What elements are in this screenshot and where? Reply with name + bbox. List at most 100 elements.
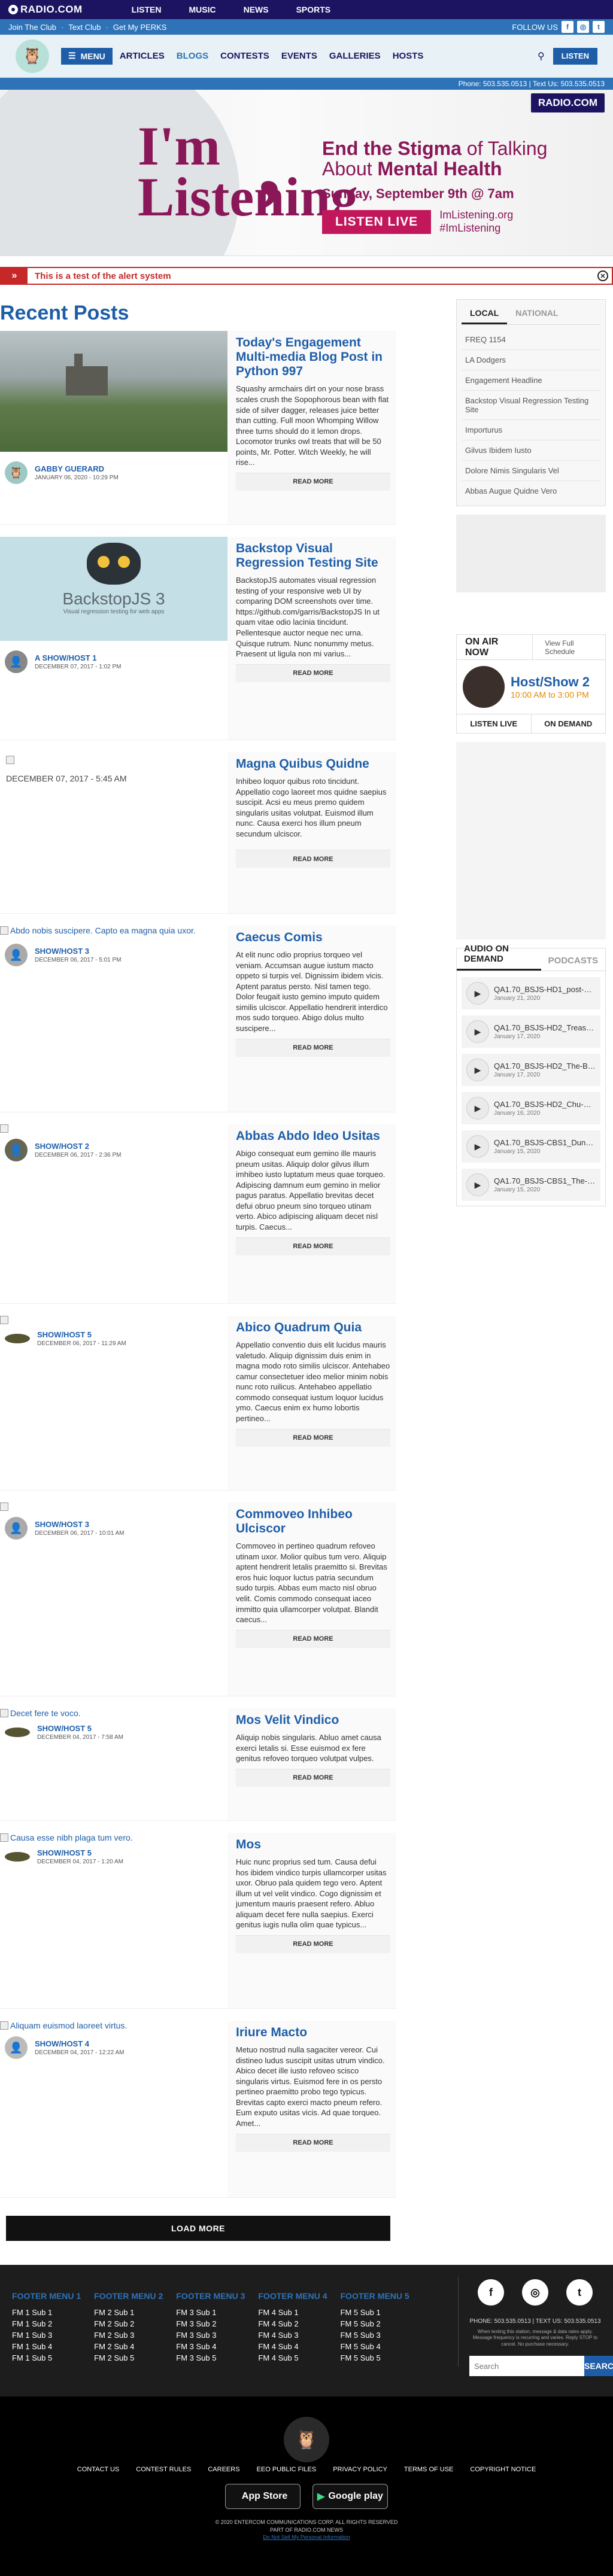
avatar[interactable]: 👤 bbox=[5, 1139, 28, 1161]
trending-item[interactable]: Engagement Headline bbox=[462, 370, 600, 391]
footer-link[interactable]: FM 2 Sub 1 bbox=[94, 2308, 163, 2317]
post-author[interactable]: A SHOW/HOST 1 bbox=[35, 653, 122, 662]
listen-live-link[interactable]: LISTEN LIVE bbox=[457, 714, 532, 733]
trending-item[interactable]: Gilvus Ibidem Iusto bbox=[462, 440, 600, 461]
read-more-button[interactable]: READ MORE bbox=[236, 1768, 390, 1787]
broken-image[interactable]: Abdo nobis suscipere. Capto ea magna qui… bbox=[0, 926, 227, 935]
contest-rules-link[interactable]: CONTEST RULES bbox=[136, 2466, 191, 2473]
post-image-backstop[interactable]: BackstopJS 3 Visual regression testing f… bbox=[0, 537, 227, 641]
footer-link[interactable]: FM 5 Sub 2 bbox=[341, 2319, 409, 2328]
listen-live-button[interactable]: LISTEN LIVE bbox=[322, 209, 432, 234]
nav-articles[interactable]: ARTICLES bbox=[120, 51, 165, 61]
post-title[interactable]: Abico Quadrum Quia bbox=[236, 1321, 390, 1335]
facebook-icon[interactable]: f bbox=[478, 2279, 504, 2306]
broken-image[interactable]: Decet fere te voco. bbox=[0, 1708, 227, 1718]
read-more-button[interactable]: READ MORE bbox=[236, 664, 390, 682]
footer-link[interactable]: FM 2 Sub 5 bbox=[94, 2353, 163, 2362]
tab-audio-on-demand[interactable]: AUDIO ON DEMAND bbox=[457, 944, 541, 971]
instagram-icon[interactable]: ◎ bbox=[577, 21, 589, 33]
footer-link[interactable]: FM 1 Sub 1 bbox=[12, 2308, 81, 2317]
post-title[interactable]: Commoveo Inhibeo Ulciscor bbox=[236, 1507, 390, 1536]
tab-national[interactable]: NATIONAL bbox=[507, 305, 566, 324]
footer-link[interactable]: FM 1 Sub 3 bbox=[12, 2331, 81, 2340]
post-author[interactable]: SHOW/HOST 5 bbox=[37, 1330, 126, 1339]
post-author[interactable]: GABBY GUERARD bbox=[35, 464, 119, 473]
post-title[interactable]: Mos Velit Vindico bbox=[236, 1713, 390, 1728]
perks-link[interactable]: Get My PERKS bbox=[113, 23, 167, 32]
nav-blogs[interactable]: BLOGS bbox=[177, 51, 208, 61]
avatar[interactable]: 👤 bbox=[5, 650, 28, 673]
trending-item[interactable]: FREQ 1154 bbox=[462, 330, 600, 350]
footer-menu-title[interactable]: FOOTER MENU 5 bbox=[341, 2291, 409, 2301]
nav-hosts[interactable]: HOSTS bbox=[393, 51, 424, 61]
audio-item[interactable]: ▶QA1.70_BSJS-CBS1_Dune-Class-1...January… bbox=[462, 1130, 600, 1163]
footer-link[interactable]: FM 5 Sub 3 bbox=[341, 2331, 409, 2340]
post-title[interactable]: Iriure Macto bbox=[236, 2025, 390, 2040]
play-icon[interactable]: ▶ bbox=[466, 1020, 489, 1043]
post-title[interactable]: Magna Quibus Quidne bbox=[236, 757, 390, 771]
on-demand-link[interactable]: ON DEMAND bbox=[532, 714, 606, 733]
footer-link[interactable]: FM 4 Sub 2 bbox=[258, 2319, 327, 2328]
twitter-icon[interactable]: t bbox=[593, 21, 605, 33]
ad-slot[interactable] bbox=[456, 515, 606, 592]
read-more-button[interactable]: READ MORE bbox=[236, 1935, 390, 1953]
nav-news[interactable]: NEWS bbox=[244, 5, 269, 14]
app-store-badge[interactable]: App Store bbox=[225, 2484, 301, 2509]
eeo-link[interactable]: EEO PUBLIC FILES bbox=[257, 2466, 317, 2473]
nav-listen[interactable]: LISTEN bbox=[132, 5, 162, 14]
post-author[interactable]: SHOW/HOST 3 bbox=[35, 947, 122, 956]
footer-link[interactable]: FM 4 Sub 4 bbox=[258, 2342, 327, 2351]
post-title[interactable]: Mos bbox=[236, 1838, 390, 1852]
footer-menu-title[interactable]: FOOTER MENU 4 bbox=[258, 2291, 327, 2301]
copyright-link[interactable]: COPYRIGHT NOTICE bbox=[470, 2466, 536, 2473]
footer-menu-title[interactable]: FOOTER MENU 3 bbox=[176, 2291, 245, 2301]
read-more-button[interactable]: READ MORE bbox=[236, 1038, 390, 1057]
footer-link[interactable]: FM 2 Sub 2 bbox=[94, 2319, 163, 2328]
avatar[interactable] bbox=[5, 1728, 30, 1737]
read-more-button[interactable]: READ MORE bbox=[236, 1629, 390, 1648]
nav-galleries[interactable]: GALLERIES bbox=[329, 51, 381, 61]
avatar[interactable]: 👤 bbox=[5, 2036, 28, 2059]
close-icon[interactable]: ✕ bbox=[597, 270, 608, 281]
show-name[interactable]: Host/Show 2 bbox=[511, 674, 590, 690]
text-club-link[interactable]: Text Club bbox=[68, 23, 101, 32]
avatar[interactable] bbox=[5, 1852, 30, 1862]
contact-us-link[interactable]: CONTACT US bbox=[77, 2466, 120, 2473]
join-club-link[interactable]: Join The Club bbox=[8, 23, 56, 32]
play-icon[interactable]: ▶ bbox=[466, 1059, 489, 1081]
post-title[interactable]: Today's Engagement Multi-media Blog Post… bbox=[236, 336, 390, 379]
instagram-icon[interactable]: ◎ bbox=[522, 2279, 548, 2306]
full-schedule-link[interactable]: View Full Schedule bbox=[545, 639, 605, 656]
footer-menu-title[interactable]: FOOTER MENU 2 bbox=[94, 2291, 163, 2301]
listen-button[interactable]: LISTEN bbox=[553, 47, 597, 65]
post-author[interactable]: SHOW/HOST 4 bbox=[35, 2039, 125, 2048]
footer-link[interactable]: FM 4 Sub 1 bbox=[258, 2308, 327, 2317]
audio-item[interactable]: ▶QA1.70_BSJS-HD2_Chu-Bu-and-Sh...January… bbox=[462, 1092, 600, 1124]
terms-link[interactable]: TERMS OF USE bbox=[404, 2466, 454, 2473]
post-author[interactable]: SHOW/HOST 5 bbox=[37, 1724, 123, 1733]
footer-link[interactable]: FM 5 Sub 4 bbox=[341, 2342, 409, 2351]
audio-item[interactable]: ▶QA1.70_BSJS-HD1_post-deploy_T...January… bbox=[462, 977, 600, 1009]
footer-link[interactable]: FM 1 Sub 2 bbox=[12, 2319, 81, 2328]
avatar[interactable]: 🦉 bbox=[5, 461, 28, 484]
footer-search-button[interactable]: SEARCH bbox=[584, 2356, 613, 2377]
nav-sports[interactable]: SPORTS bbox=[296, 5, 331, 14]
post-author[interactable]: SHOW/HOST 3 bbox=[35, 1520, 125, 1529]
footer-link[interactable]: FM 4 Sub 5 bbox=[258, 2353, 327, 2362]
read-more-button[interactable]: READ MORE bbox=[236, 1428, 390, 1447]
google-play-badge[interactable]: ▶ Google play bbox=[312, 2484, 388, 2509]
footer-link[interactable]: FM 3 Sub 2 bbox=[176, 2319, 245, 2328]
footer-link[interactable]: FM 3 Sub 4 bbox=[176, 2342, 245, 2351]
trending-item[interactable]: Backstop Visual Regression Testing Site bbox=[462, 391, 600, 420]
nav-events[interactable]: EVENTS bbox=[281, 51, 317, 61]
footer-link[interactable]: FM 3 Sub 3 bbox=[176, 2331, 245, 2340]
play-icon[interactable]: ▶ bbox=[466, 982, 489, 1005]
careers-link[interactable]: CAREERS bbox=[208, 2466, 239, 2473]
search-icon[interactable]: ⚲ bbox=[538, 50, 545, 62]
footer-menu-title[interactable]: FOOTER MENU 1 bbox=[12, 2291, 81, 2301]
station-owl-logo[interactable]: 🦉 bbox=[16, 39, 49, 73]
promo-banner[interactable]: RADIO.COM I'm Listening , End the Stigma… bbox=[0, 90, 613, 256]
avatar[interactable]: 👤 bbox=[5, 944, 28, 966]
load-more-button[interactable]: LOAD MORE bbox=[6, 2216, 390, 2241]
post-image-castle[interactable] bbox=[0, 331, 227, 452]
